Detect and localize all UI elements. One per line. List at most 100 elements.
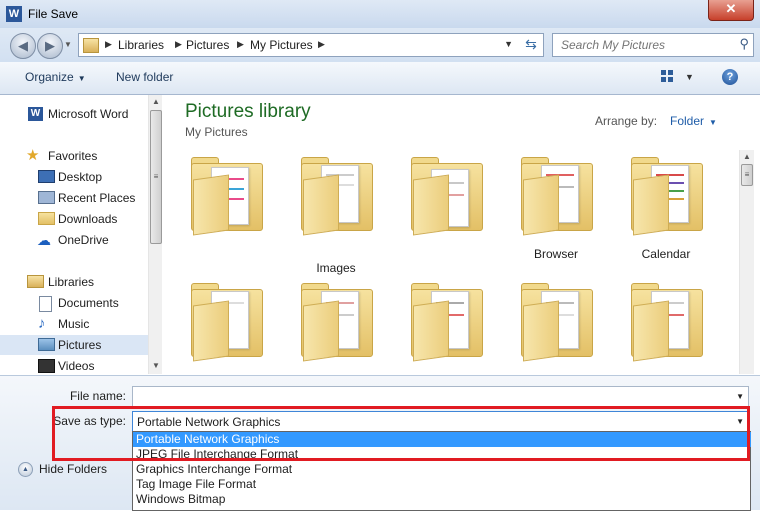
recent-places-icon [38, 191, 55, 204]
folder-item[interactable] [401, 151, 491, 251]
folder-label: Calendar [641, 247, 691, 261]
file-name-label: File name: [69, 389, 126, 403]
videos-icon [38, 359, 55, 373]
library-subtitle[interactable]: My Pictures [185, 125, 248, 139]
nav-item-pictures[interactable]: Pictures [0, 335, 148, 355]
back-button[interactable]: ◀ [10, 33, 36, 59]
nav-item-recent-places[interactable]: Recent Places [0, 188, 148, 208]
breadcrumb-pictures[interactable]: Pictures [186, 38, 229, 52]
nav-scrollbar[interactable]: ▲ ≡ ▼ [148, 95, 162, 374]
cloud-icon: ☁ [37, 232, 51, 248]
chevron-down-icon[interactable]: ▼ [736, 392, 744, 401]
nav-item-label: OneDrive [58, 233, 109, 247]
content-scrollbar[interactable]: ▲ ≡ [739, 150, 754, 374]
nav-item-videos[interactable]: Videos [0, 356, 148, 374]
libraries-icon [27, 275, 44, 288]
help-icon[interactable]: ? [722, 69, 738, 85]
recent-pages-dropdown-icon[interactable]: ▼ [64, 40, 72, 49]
pictures-icon [38, 338, 55, 351]
file-name-field[interactable]: ▼ [132, 386, 749, 408]
chevron-down-icon: ▼ [77, 74, 86, 83]
window-title: File Save [28, 7, 79, 21]
breadcrumb-chevron-icon[interactable]: ▶ [237, 39, 244, 50]
search-icon[interactable]: ⚲ [739, 36, 749, 52]
nav-item-label: Favorites [48, 149, 98, 163]
desktop-icon [38, 170, 55, 183]
documents-icon [39, 296, 52, 312]
scroll-grip-icon: ≡ [153, 172, 159, 181]
chevron-up-icon: ▲ [18, 462, 33, 478]
downloads-icon [38, 212, 55, 225]
organize-label: Organize [25, 70, 74, 84]
address-history-dropdown-icon[interactable]: ▼ [504, 39, 513, 49]
view-options-dropdown-icon[interactable]: ▼ [685, 72, 694, 82]
navigation-pane: W Microsoft Word ★ Favorites Desktop Rec… [0, 95, 162, 374]
breadcrumb-chevron-icon[interactable]: ▶ [105, 39, 112, 50]
nav-item-label: Recent Places [58, 191, 136, 205]
refresh-icon[interactable]: ⇆ [520, 33, 542, 55]
folder-item[interactable]: Calendar [621, 151, 711, 261]
organize-button[interactable]: Organize ▼ [25, 70, 86, 84]
arrange-by-value: Folder [670, 114, 705, 128]
save-type-option[interactable]: Windows Bitmap [133, 492, 751, 507]
forward-button[interactable]: ▶ [37, 33, 63, 59]
breadcrumb-my-pictures[interactable]: My Pictures [250, 38, 313, 52]
nav-item-onedrive[interactable]: ☁ OneDrive [0, 230, 148, 250]
highlight-annotation-box [52, 406, 750, 461]
breadcrumb-chevron-icon[interactable]: ▶ [318, 39, 325, 50]
word-app-icon: W [6, 6, 22, 22]
save-type-option[interactable]: Tag Image File Format [133, 477, 751, 492]
scroll-up-icon[interactable]: ▲ [149, 97, 162, 106]
nav-item-label: Music [58, 317, 90, 331]
nav-item-label: Pictures [58, 338, 102, 352]
nav-item-label: Documents [58, 296, 119, 310]
content-pane: Pictures library My Pictures Arrange by:… [163, 95, 760, 374]
folder-label: Images [316, 261, 356, 275]
folder-item[interactable] [291, 277, 381, 374]
star-icon: ★ [26, 147, 40, 164]
search-box[interactable]: ⚲ [552, 33, 754, 57]
nav-item-label: Videos [58, 359, 95, 373]
folder-item[interactable]: Images [291, 151, 381, 275]
folder-label: Browser [533, 247, 578, 261]
nav-item-microsoft-word[interactable]: W Microsoft Word [0, 104, 148, 124]
breadcrumb-chevron-icon[interactable]: ▶ [175, 39, 182, 50]
save-type-option[interactable]: Graphics Interchange Format [133, 462, 751, 477]
address-bar-row: ◀ ▶ ▼ ▶ Libraries ▶ Pictures ▶ My Pictur… [0, 28, 760, 62]
breadcrumb-libraries[interactable]: Libraries [118, 38, 164, 52]
address-box[interactable]: ▶ Libraries ▶ Pictures ▶ My Pictures ▶ ▼ [78, 33, 544, 57]
nav-item-label: Downloads [58, 212, 118, 226]
command-bar: Organize ▼ New folder ▼ ? [0, 62, 760, 95]
folder-item[interactable]: Browser [511, 151, 601, 261]
new-folder-button[interactable]: New folder [116, 70, 173, 84]
scroll-down-icon[interactable]: ▼ [149, 361, 162, 370]
folder-item[interactable] [181, 151, 271, 251]
library-icon [83, 38, 99, 53]
nav-item-desktop[interactable]: Desktop [0, 167, 148, 187]
nav-item-label: Microsoft Word [48, 107, 129, 121]
scroll-up-icon[interactable]: ▲ [740, 152, 754, 161]
library-title: Pictures library [185, 101, 311, 122]
arrange-by-label: Arrange by: [595, 114, 658, 128]
search-input[interactable] [559, 37, 728, 53]
nav-item-documents[interactable]: Documents [0, 293, 148, 313]
folder-item[interactable] [401, 277, 491, 374]
close-button[interactable]: ✕ [708, 0, 754, 21]
hide-folders-button[interactable]: ▲ Hide Folders [18, 462, 108, 478]
chevron-down-icon: ▼ [709, 118, 717, 127]
folder-item[interactable] [181, 277, 271, 374]
hide-folders-label: Hide Folders [39, 462, 108, 476]
music-note-icon: ♪ [38, 315, 46, 332]
change-view-icon[interactable] [661, 70, 677, 84]
folder-item[interactable] [511, 277, 601, 374]
scroll-grip-icon: ≡ [744, 170, 750, 179]
folder-item[interactable] [621, 277, 711, 374]
nav-item-libraries[interactable]: Libraries [0, 272, 148, 292]
arrange-by-dropdown[interactable]: Folder ▼ [670, 114, 717, 128]
nav-item-favorites[interactable]: ★ Favorites [0, 146, 148, 166]
nav-item-label: Desktop [58, 170, 103, 184]
nav-item-downloads[interactable]: Downloads [0, 209, 148, 229]
nav-item-music[interactable]: ♪ Music [0, 314, 148, 334]
word-icon: W [28, 107, 43, 121]
title-bar: W File Save ✕ [0, 0, 760, 28]
